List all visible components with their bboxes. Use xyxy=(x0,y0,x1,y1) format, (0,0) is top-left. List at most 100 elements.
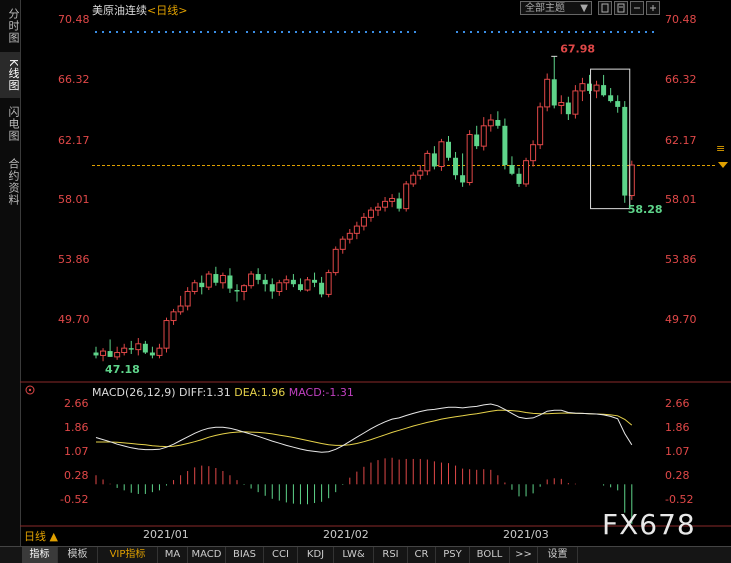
price-tick-right: 58.01 xyxy=(665,193,697,206)
dot-marker xyxy=(246,31,248,33)
candle xyxy=(480,117,487,151)
candle xyxy=(431,146,437,170)
candle xyxy=(502,118,508,170)
current-price-marker: ≡ xyxy=(716,142,726,155)
candle-body xyxy=(269,284,275,292)
candle-body xyxy=(248,273,255,287)
candle xyxy=(551,56,557,109)
candle-body xyxy=(516,173,522,184)
tab-boll[interactable]: BOLL xyxy=(470,547,510,563)
candle-body xyxy=(360,216,367,227)
dot-marker xyxy=(228,31,230,33)
tab-psy[interactable]: PSY xyxy=(436,547,470,563)
dot-marker xyxy=(200,31,202,33)
candle xyxy=(424,150,431,176)
dot-marker xyxy=(116,31,118,33)
tab-ma[interactable]: MA xyxy=(158,547,188,563)
candle xyxy=(213,266,219,286)
tab-macd[interactable]: MACD xyxy=(188,547,226,563)
diff-value: DIFF:1.31 xyxy=(179,386,231,399)
candle-body xyxy=(551,79,557,106)
candle-body xyxy=(446,141,451,158)
candle xyxy=(382,197,389,212)
macd-tick-left: -0.52 xyxy=(60,493,89,506)
dot-marker xyxy=(638,31,640,33)
dot-marker xyxy=(221,31,223,33)
candle xyxy=(438,138,445,171)
candle xyxy=(537,102,544,150)
dot-marker xyxy=(568,31,570,33)
candle-body xyxy=(100,350,107,356)
price-tick-left: 58.01 xyxy=(58,193,90,206)
candle-body xyxy=(587,83,592,91)
dot-marker xyxy=(351,31,353,33)
candle xyxy=(205,271,212,291)
candle-body xyxy=(241,285,248,292)
candle xyxy=(93,346,99,359)
dot-marker xyxy=(323,31,325,33)
candle xyxy=(276,279,283,296)
tab-kdj[interactable]: KDJ xyxy=(298,547,334,563)
dot-marker xyxy=(337,31,339,33)
candle xyxy=(495,111,501,129)
candle-body xyxy=(283,279,290,284)
candle xyxy=(516,167,522,187)
kline-chart[interactable]: 67.98 47.18 58.28 xyxy=(0,0,731,546)
candle xyxy=(487,114,494,132)
tab-settings[interactable]: 设置 xyxy=(538,547,578,563)
candle-body xyxy=(339,238,346,250)
candle-body xyxy=(544,78,551,108)
price-tick-right: 62.17 xyxy=(665,134,697,147)
dot-marker xyxy=(505,31,507,33)
tab-lw[interactable]: LW& xyxy=(334,547,374,563)
tab-rsi[interactable]: RSI xyxy=(374,547,408,563)
price-tick-left: 70.48 xyxy=(58,13,90,26)
low-label: 47.18 xyxy=(105,363,140,376)
date-tick: 2021/02 xyxy=(323,528,369,541)
period-toggle-button[interactable]: 日线 ▲ xyxy=(24,528,58,544)
dot-marker xyxy=(645,31,647,33)
candle-body xyxy=(93,352,99,356)
candle xyxy=(248,271,255,289)
dot-marker xyxy=(631,31,633,33)
dot-marker xyxy=(491,31,493,33)
candle-body xyxy=(523,160,530,185)
candle-body xyxy=(622,106,628,196)
candle xyxy=(156,343,163,359)
candle-body xyxy=(572,90,579,115)
candle-body xyxy=(332,248,339,274)
candles xyxy=(93,56,635,362)
candle-body xyxy=(142,343,148,353)
tab-vip-indicator[interactable]: VIP指标 xyxy=(98,547,158,563)
candle-body xyxy=(114,352,121,358)
dot-marker xyxy=(130,31,132,33)
tab-template[interactable]: 模板 xyxy=(58,547,98,563)
candle-body xyxy=(128,348,134,350)
candle-body xyxy=(367,209,374,218)
tab-bias[interactable]: BIAS xyxy=(226,547,264,563)
dot-marker xyxy=(386,31,388,33)
candle-body xyxy=(530,144,537,162)
more-tabs-button[interactable]: >> xyxy=(510,547,538,563)
tab-indicator[interactable]: 指标 xyxy=(22,547,58,563)
tab-cr[interactable]: CR xyxy=(408,547,436,563)
macd-tick-right: 1.86 xyxy=(665,421,690,434)
candle xyxy=(177,295,184,315)
candle xyxy=(601,74,607,97)
tab-cci[interactable]: CCI xyxy=(264,547,298,563)
dot-marker xyxy=(316,31,318,33)
dot-marker xyxy=(526,31,528,33)
annotations: 67.98 47.18 58.28 xyxy=(105,42,662,376)
dea-value: DEA:1.96 xyxy=(234,386,286,399)
candle xyxy=(107,339,113,357)
candle xyxy=(269,278,275,299)
candle xyxy=(608,88,614,103)
candle xyxy=(544,73,551,112)
dot-marker xyxy=(302,31,304,33)
price-tick-left: 49.70 xyxy=(58,313,90,326)
diff-line xyxy=(95,403,633,453)
dot-marker xyxy=(547,31,549,33)
candle xyxy=(114,346,121,360)
dot-marker xyxy=(144,31,146,33)
candle xyxy=(346,228,353,244)
